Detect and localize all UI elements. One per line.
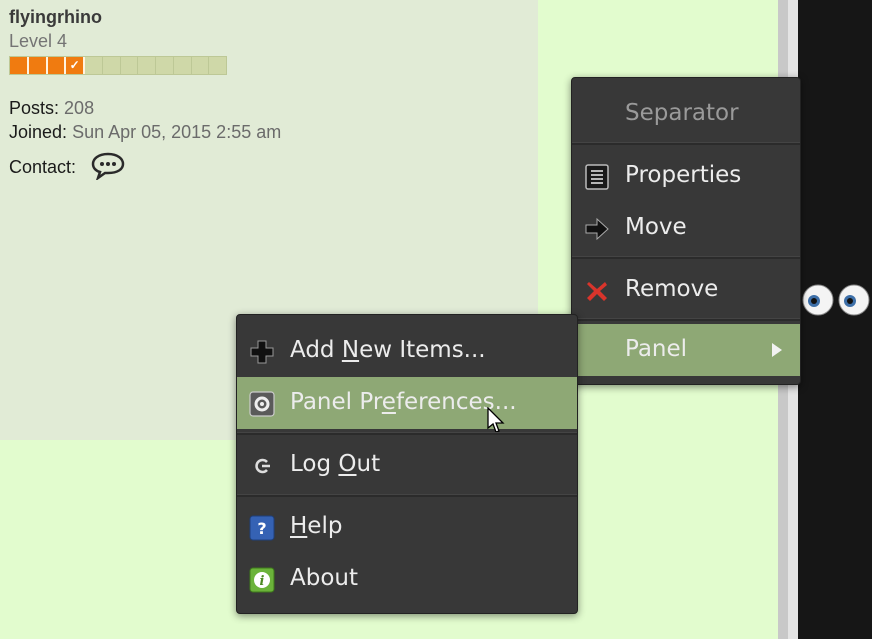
menu-header-separator: Separator [625, 100, 739, 126]
arrow-right-icon [585, 217, 609, 241]
posts-count[interactable]: 208 [64, 98, 94, 118]
menu-item-panel[interactable]: Panel [572, 324, 800, 376]
menu-item-label: Panel [625, 336, 688, 362]
joined-stat: Joined: Sun Apr 05, 2015 2:55 am [9, 122, 281, 143]
menu-item-label: Move [625, 214, 687, 240]
posts-label: Posts: [9, 98, 60, 118]
xfce-panel[interactable] [798, 0, 872, 639]
mouse-cursor-icon [487, 407, 505, 433]
remove-x-icon [587, 282, 607, 301]
user-rank: Level 4 [9, 31, 68, 51]
contact-row: Contact: [9, 157, 76, 178]
preferences-icon [249, 391, 275, 417]
menu-item-add-new-items[interactable]: Add New Items... [237, 325, 577, 377]
joined-date: Sun Apr 05, 2015 2:55 am [72, 122, 282, 142]
svg-text:?: ? [257, 519, 266, 538]
menu-item-label: Help [290, 513, 343, 539]
menu-item-panel-preferences[interactable]: Panel Preferences... [237, 377, 577, 433]
menu-item-help[interactable]: ? Help [237, 501, 577, 553]
menu-item-label: About [290, 565, 359, 591]
properties-icon [585, 164, 609, 190]
eyes-plugin-right-eye-icon[interactable] [838, 284, 870, 316]
check-icon: ✓ [66, 57, 85, 74]
speech-bubble-icon[interactable] [91, 152, 125, 180]
menu-item-about[interactable]: i About [237, 553, 577, 605]
help-icon: ? [249, 515, 275, 541]
menu-item-log-out[interactable]: Log Out [237, 439, 577, 491]
menu-item-label: Remove [625, 276, 719, 302]
add-icon [250, 340, 274, 364]
rank-progress-bar: ✓ [9, 56, 227, 75]
menu-item-label: Log Out [290, 451, 381, 477]
menu-item-label: Add New Items... [290, 337, 486, 363]
eyes-plugin-left-eye-icon[interactable] [802, 284, 834, 316]
menu-item-properties[interactable]: Properties [572, 150, 800, 202]
logout-icon [255, 458, 270, 474]
panel-submenu: Add New Items... Panel Preferences... Lo… [236, 314, 578, 614]
about-icon: i [249, 567, 275, 593]
menu-item-label: Panel Preferences... [290, 389, 517, 415]
contact-label: Contact: [9, 157, 77, 177]
submenu-arrow-icon [772, 343, 782, 357]
svg-text:i: i [260, 574, 265, 589]
username[interactable]: flyingrhino [9, 7, 102, 28]
panel-item-menu: Separator Properties Move Remove Panel [571, 77, 801, 385]
posts-stat: Posts: 208 [9, 98, 94, 119]
joined-label: Joined: [9, 122, 68, 142]
menu-item-move[interactable]: Move [572, 202, 800, 254]
menu-item-label: Properties [625, 162, 742, 188]
menu-item-remove[interactable]: Remove [572, 264, 800, 316]
